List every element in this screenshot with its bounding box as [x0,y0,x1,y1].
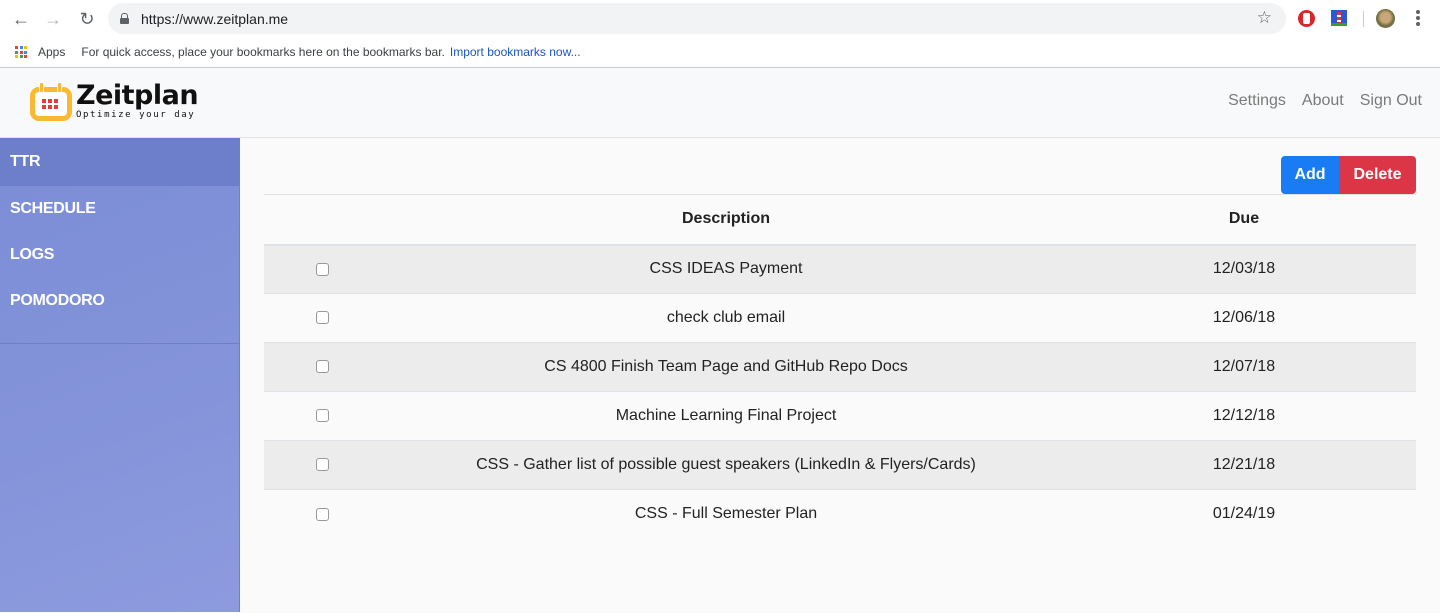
main-content: Add Delete Description Due CSS IDEAS Pay… [240,138,1440,612]
row-description: CSS - Full Semester Plan [634,505,818,523]
header-due[interactable]: Due [1072,194,1416,246]
logo-title: Zeitplan [76,80,199,111]
row-due: 01/24/19 [1212,505,1276,523]
sidebar-item-logs[interactable]: LOGS [0,232,239,278]
add-button[interactable]: Add [1281,156,1339,194]
task-table: Description Due CSS IDEAS Payment 12/03/… [264,194,1416,539]
table-row: CSS IDEAS Payment 12/03/18 [264,244,1416,294]
table-row: check club email 12/06/18 [264,293,1416,343]
row-checkbox[interactable] [315,262,329,276]
table-row: CS 4800 Finish Team Page and GitHub Repo… [264,342,1416,392]
app-header: Zeitplan Optimize your day Settings Abou… [0,68,1440,138]
sidebar-divider [0,343,239,344]
row-description: check club email [380,293,1072,343]
apps-link[interactable]: Apps [38,45,65,59]
header-description[interactable]: Description [380,194,1072,246]
logo[interactable]: Zeitplan Optimize your day [30,80,199,122]
table-header-row: Description Due [264,194,1416,246]
nav-sign-out-link[interactable]: Sign Out [1360,92,1422,110]
row-due: 12/03/18 [1072,244,1416,294]
back-arrow-icon[interactable]: ← [10,8,32,30]
logo-tagline: Optimize your day [76,110,196,120]
opera-adblock-icon[interactable] [1298,10,1315,27]
nav-about-link[interactable]: About [1302,92,1344,110]
star-icon[interactable]: ☆ [1257,8,1272,28]
sidebar-item-pomodoro[interactable]: POMODORO [0,278,239,324]
row-due: 12/21/18 [1072,440,1416,490]
row-description: CSS IDEAS Payment [380,244,1072,294]
table-row: CSS - Gather list of possible guest spea… [264,440,1416,490]
row-description: CS 4800 Finish Team Page and GitHub Repo… [380,342,1072,392]
bookmarks-bar: Apps For quick access, place your bookma… [0,37,1440,68]
menu-dots-icon[interactable] [1416,10,1420,26]
sidebar: TTR SCHEDULE LOGS POMODORO [0,138,240,612]
row-due: 12/07/18 [1072,342,1416,392]
row-description: CSS - Gather list of possible guest spea… [380,440,1072,490]
header-check [264,194,380,246]
lock-icon [120,13,129,24]
row-checkbox[interactable] [315,360,329,374]
address-bar[interactable]: https://www.zeitplan.me ☆ [108,3,1286,34]
sidebar-item-schedule[interactable]: SCHEDULE [0,186,239,232]
url-text[interactable]: https://www.zeitplan.me [141,11,288,27]
task-toolbar: Add Delete [264,156,1416,194]
nav-settings-link[interactable]: Settings [1228,92,1286,110]
row-due: 12/06/18 [1072,293,1416,343]
import-bookmarks-link[interactable]: Import bookmarks now... [450,45,581,59]
lighthouse-icon[interactable] [1331,10,1347,26]
sidebar-item-ttr[interactable]: TTR [0,138,239,186]
row-checkbox[interactable] [315,311,329,325]
forward-arrow-icon[interactable]: → [42,8,64,30]
top-nav: Settings About Sign Out [1228,92,1422,110]
row-checkbox[interactable] [315,507,329,521]
row-checkbox[interactable] [315,458,329,472]
table-row: Machine Learning Final Project 12/12/18 [264,391,1416,441]
row-description: Machine Learning Final Project [380,391,1072,441]
delete-button[interactable]: Delete [1339,156,1416,194]
profile-avatar[interactable] [1376,9,1395,28]
browser-toolbar: ← → ↻ https://www.zeitplan.me ☆ [0,0,1440,37]
toolbar-divider [1363,11,1364,27]
reload-icon[interactable]: ↻ [76,8,98,30]
bookmarks-hint: For quick access, place your bookmarks h… [81,45,445,59]
table-row: CSS - Full Semester Plan 01/24/19 [264,489,1416,539]
row-checkbox[interactable] [315,409,329,423]
row-due: 12/12/18 [1072,391,1416,441]
apps-grid-icon[interactable] [15,46,27,58]
calendar-icon [30,82,72,122]
